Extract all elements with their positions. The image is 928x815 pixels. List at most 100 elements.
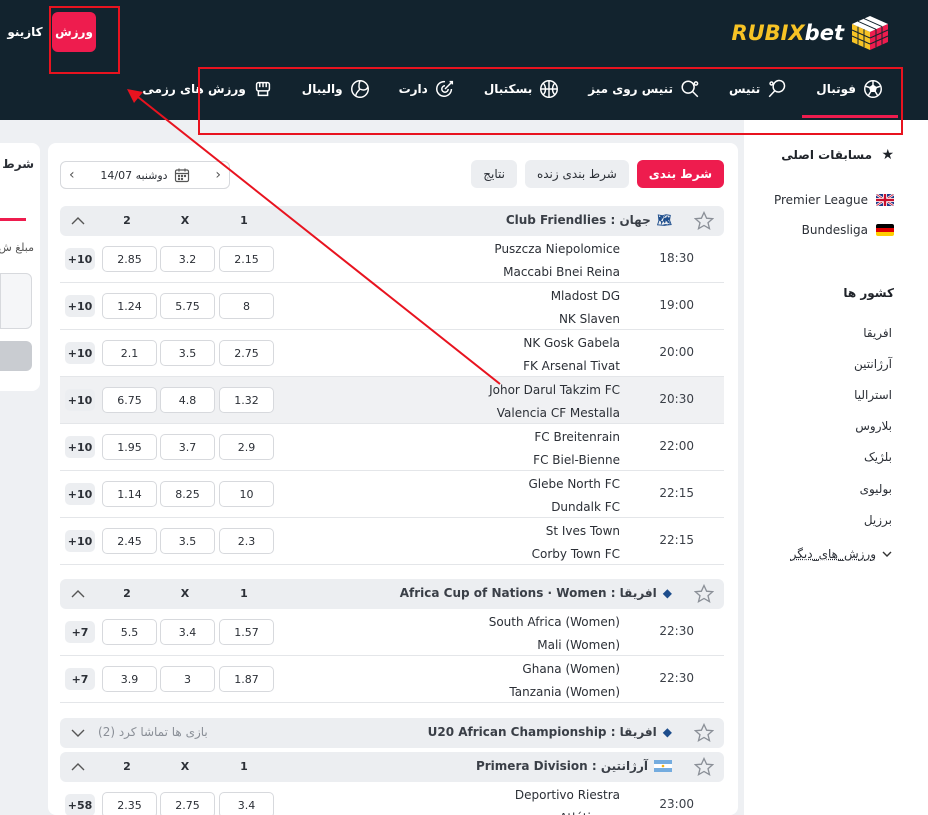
tab-results[interactable]: نتایج: [471, 160, 517, 188]
favorite-star-icon[interactable]: [694, 211, 714, 231]
country-item[interactable]: بولیوی: [860, 482, 892, 496]
more-markets-button[interactable]: +10: [65, 342, 95, 364]
odd-1-button[interactable]: 2.75: [219, 340, 274, 366]
group-header[interactable]: 2 X 1 Primera Division : آرژانتین: [60, 752, 724, 782]
group-header[interactable]: 2 X 1 Club Friendlies : جهان 🗺: [60, 206, 724, 236]
more-markets-button[interactable]: +10: [65, 483, 95, 505]
odd-1-button[interactable]: 2.3: [219, 528, 274, 554]
country-item[interactable]: استرالیا: [854, 388, 892, 402]
match-teams[interactable]: Ghana (Women) Tanzania (Women): [509, 658, 620, 704]
match-row[interactable]: +10 1.24 5.75 8 Mladost DG NK Slaven 19:00: [60, 283, 724, 330]
chevron-left-icon[interactable]: ‹: [69, 167, 75, 183]
odd-x-button[interactable]: 3.2: [160, 246, 215, 272]
odd-2-button[interactable]: 1.95: [102, 434, 157, 460]
odd-1-button[interactable]: 1.57: [219, 619, 274, 645]
match-row[interactable]: +10 1.95 3.7 2.9 FC Breitenrain FC Biel-Bienn…: [60, 424, 724, 471]
match-teams[interactable]: St Ives Town Corby Town FC: [532, 520, 620, 566]
country-item[interactable]: آرژانتین: [854, 357, 892, 371]
odd-1-button[interactable]: 8: [219, 293, 274, 319]
main-competitions-title: مسابقات اصلی: [781, 148, 872, 162]
odd-x-button[interactable]: 8.25: [160, 481, 215, 507]
right-sidebar: ★ مسابقات اصلی Premier League Bundesliga…: [744, 120, 928, 815]
chevron-up-icon[interactable]: [70, 586, 86, 602]
odd-2-button[interactable]: 1.14: [102, 481, 157, 507]
league-label: Bundesliga: [801, 223, 868, 237]
match-teams[interactable]: Mladost DG NK Slaven: [551, 285, 620, 331]
odd-x-button[interactable]: 3.4: [160, 619, 215, 645]
odd-1-button[interactable]: 2.15: [219, 246, 274, 272]
odd-1-button[interactable]: 2.9: [219, 434, 274, 460]
chevron-up-icon[interactable]: [70, 759, 86, 775]
favorite-star-icon[interactable]: [694, 757, 714, 777]
odd-1-button[interactable]: 10: [219, 481, 274, 507]
date-picker[interactable]: ‹ 14/07 دوشنبه ›: [60, 161, 230, 189]
odd-2-button[interactable]: 3.9: [102, 666, 157, 692]
more-markets-button[interactable]: +10: [65, 389, 95, 411]
match-teams[interactable]: Puszcza Niepolomice Maccabi Bnei Reina: [494, 238, 620, 284]
logo-text-bet: bet: [804, 21, 844, 45]
match-row[interactable]: +7 3.9 3 1.87 Ghana (Women) Tanzania (Women) 2…: [60, 656, 724, 703]
match-teams[interactable]: Glebe North FC Dundalk FC: [529, 473, 621, 519]
odd-2-button[interactable]: 6.75: [102, 387, 157, 413]
country-item[interactable]: بلاروس: [855, 419, 892, 433]
chevron-up-icon[interactable]: [70, 213, 86, 229]
more-markets-button[interactable]: +58: [65, 794, 95, 815]
more-markets-button[interactable]: +7: [65, 668, 95, 690]
odd-1-button[interactable]: 1.87: [219, 666, 274, 692]
league-item[interactable]: Premier League: [774, 193, 894, 207]
rubixbet-logo[interactable]: RUBIXbet: [731, 14, 890, 52]
odd-2-button[interactable]: 2.1: [102, 340, 157, 366]
odd-1-button[interactable]: 1.32: [219, 387, 274, 413]
betslip-amount-input[interactable]: [0, 273, 32, 329]
favorite-star-icon[interactable]: [694, 723, 714, 743]
match-row[interactable]: +7 5.5 3.4 1.57 South Africa (Women) Mali (Wo…: [60, 609, 724, 656]
odd-x-button[interactable]: 3.5: [160, 528, 215, 554]
more-markets-button[interactable]: +10: [65, 248, 95, 270]
odd-2-button[interactable]: 2.85: [102, 246, 157, 272]
odd-2-button[interactable]: 2.35: [102, 792, 157, 815]
match-teams[interactable]: NK Gosk Gabela FK Arsenal Tivat: [523, 332, 620, 378]
tab-betting[interactable]: شرط بندی: [636, 160, 724, 188]
country-item[interactable]: برزیل: [864, 513, 892, 527]
home-team: Mladost DG: [550, 289, 620, 303]
match-row[interactable]: +10 6.75 4.8 1.32 Johor Darul Takzim FC Valen…: [60, 377, 724, 424]
col-header-x: X: [180, 587, 190, 600]
home-team: Ghana (Women): [522, 662, 620, 676]
more-markets-button[interactable]: +7: [65, 621, 95, 643]
match-teams[interactable]: Johor Darul Takzim FC Valencia CF Mestall…: [489, 379, 620, 425]
match-row[interactable]: +10 2.1 3.5 2.75 NK Gosk Gabela FK Arsenal Ti…: [60, 330, 724, 377]
chevron-right-icon[interactable]: ›: [215, 167, 221, 183]
match-row[interactable]: +10 1.14 8.25 10 Glebe North FC Dundalk FC 22:…: [60, 471, 724, 518]
country-item[interactable]: بلژیک: [864, 450, 892, 464]
chevron-down-icon[interactable]: [70, 725, 86, 741]
group-header-collapsed[interactable]: بازی ها تماشا کرد (2) U20 African Champi…: [60, 718, 724, 748]
odd-2-button[interactable]: 1.24: [102, 293, 157, 319]
country-item[interactable]: افریقا: [863, 326, 892, 340]
more-markets-button[interactable]: +10: [65, 530, 95, 552]
odd-x-button[interactable]: 4.8: [160, 387, 215, 413]
betslip-submit-button[interactable]: [0, 341, 32, 371]
odd-x-button[interactable]: 3.7: [160, 434, 215, 460]
odd-x-button[interactable]: 3: [160, 666, 215, 692]
match-row[interactable]: +10 2.85 3.2 2.15 Puszcza Niepolomice Maccabi…: [60, 236, 724, 283]
odd-x-button[interactable]: 5.75: [160, 293, 215, 319]
match-teams[interactable]: FC Breitenrain FC Biel-Bienne: [533, 426, 620, 472]
more-markets-button[interactable]: +10: [65, 295, 95, 317]
match-teams[interactable]: Deportivo Riestra Atlético ...: [515, 784, 620, 815]
odd-2-button[interactable]: 2.45: [102, 528, 157, 554]
more-sports-link[interactable]: ورزش_های_دیگر: [791, 547, 892, 561]
group-header[interactable]: 2 X 1 Africa Cup of Nations · Women : اف…: [60, 579, 724, 609]
odd-1-button[interactable]: 3.4: [219, 792, 274, 815]
match-row[interactable]: +58 2.352.753.4 Deportivo Riestra Atlético …: [60, 782, 724, 815]
odd-x-button[interactable]: 3.5: [160, 340, 215, 366]
match-teams[interactable]: South Africa (Women) Mali (Women): [489, 611, 620, 657]
league-item[interactable]: Bundesliga: [802, 223, 894, 237]
match-row[interactable]: +10 2.45 3.5 2.3 St Ives Town Corby Town FC 22…: [60, 518, 724, 565]
odd-x-button[interactable]: 2.75: [160, 792, 215, 815]
odd-2-button[interactable]: 5.5: [102, 619, 157, 645]
more-markets-button[interactable]: +10: [65, 436, 95, 458]
tab-live-betting[interactable]: شرط بندی زنده: [524, 160, 629, 188]
casino-tab[interactable]: کازینو: [4, 12, 46, 52]
favorite-star-icon[interactable]: [694, 584, 714, 604]
group-title: Primera Division : آرژانتین: [476, 759, 672, 773]
